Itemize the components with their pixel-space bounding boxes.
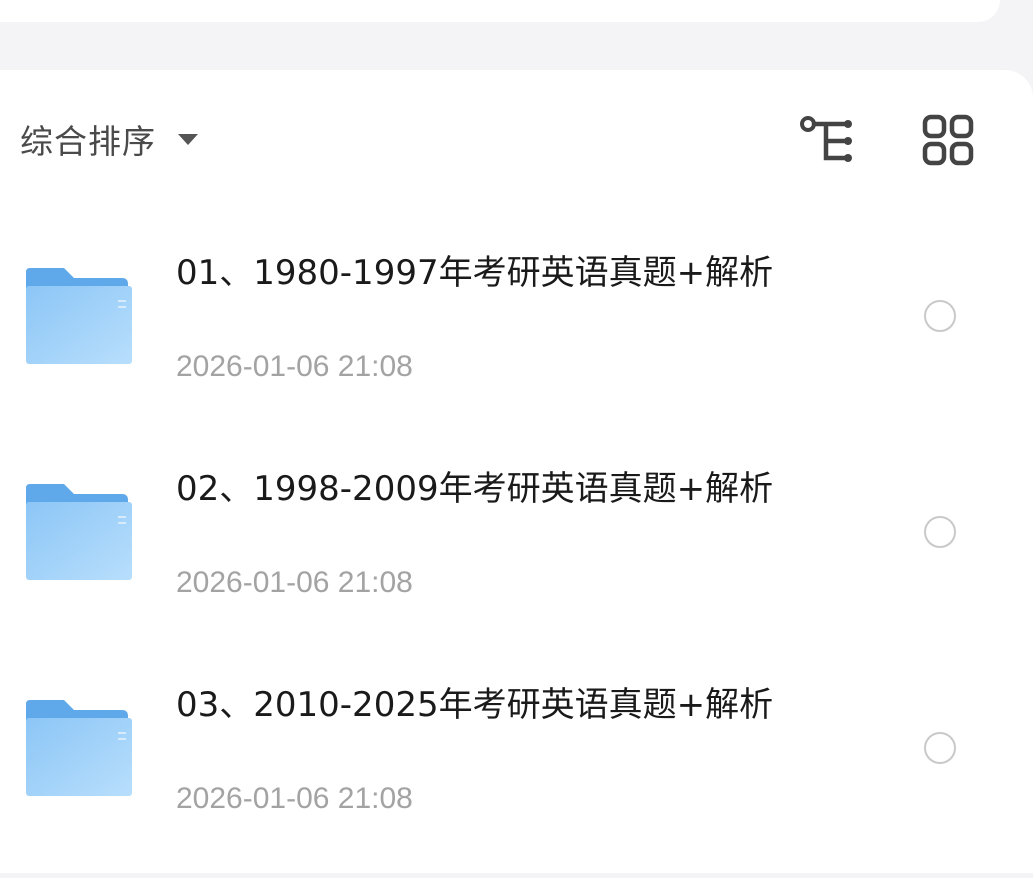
sort-dropdown-button[interactable]: 综合排序 <box>20 114 198 164</box>
file-name: 03、2010-2025年考研英语真题+解析 <box>176 685 774 725</box>
file-row-01[interactable]: 01、1980-1997年考研英语真题+解析 2026-01-06 21:08 <box>0 230 1033 446</box>
file-date: 2026-01-06 21:08 <box>176 782 413 815</box>
caret-down-icon <box>178 133 198 145</box>
folder-icon <box>26 700 132 796</box>
select-radio[interactable] <box>924 516 956 548</box>
file-list-card: 综合排序 01、1980-1997年考研英语真题+解析 2026-01-06 2… <box>0 70 1033 873</box>
sort-label: 综合排序 <box>20 122 156 161</box>
folder-icon <box>26 484 132 580</box>
sort-toolbar: 综合排序 <box>0 70 1033 210</box>
file-list: 01、1980-1997年考研英语真题+解析 2026-01-06 21:08 … <box>0 230 1033 878</box>
grid-view-icon[interactable] <box>922 114 974 166</box>
previous-card <box>0 0 1000 22</box>
file-date: 2026-01-06 21:08 <box>176 350 413 383</box>
file-date: 2026-01-06 21:08 <box>176 566 413 599</box>
file-row-03[interactable]: 03、2010-2025年考研英语真题+解析 2026-01-06 21:08 <box>0 662 1033 878</box>
file-name: 02、1998-2009年考研英语真题+解析 <box>176 469 774 509</box>
folder-icon <box>26 268 132 364</box>
select-radio[interactable] <box>924 300 956 332</box>
tree-view-icon[interactable] <box>798 114 858 166</box>
select-radio[interactable] <box>924 732 956 764</box>
file-name: 01、1980-1997年考研英语真题+解析 <box>176 253 774 293</box>
file-row-02[interactable]: 02、1998-2009年考研英语真题+解析 2026-01-06 21:08 <box>0 446 1033 662</box>
